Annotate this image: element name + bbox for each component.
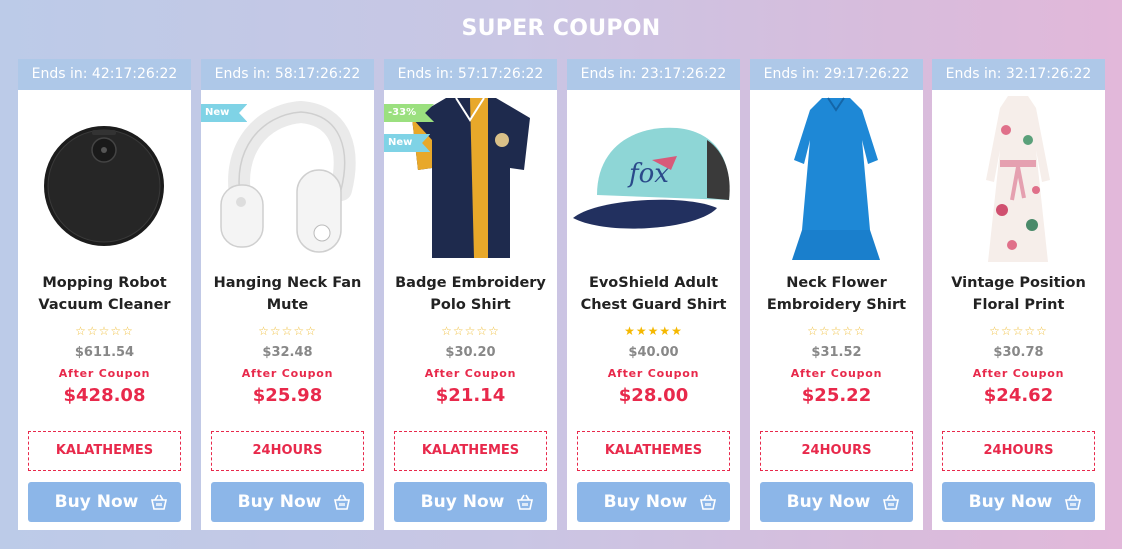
after-coupon-label: After Coupon: [241, 367, 334, 380]
product-card: Ends in: 42:17:26:22 Mopping Robot Vacuu…: [18, 59, 191, 530]
countdown-timer: Ends in: 23:17:26:22: [567, 59, 740, 90]
original-price: $30.78: [993, 345, 1044, 360]
product-name[interactable]: EvoShield Adult Chest Guard Shirt: [567, 272, 740, 316]
product-card: Ends in: 23:17:26:22 fox EvoShield Adult…: [567, 59, 740, 530]
basket-icon: [334, 494, 350, 510]
buy-now-label: Buy Now: [968, 492, 1053, 512]
basket-icon: [700, 494, 716, 510]
cap-icon: fox: [573, 127, 730, 229]
after-coupon-label: After Coupon: [424, 367, 517, 380]
rating-stars: ☆☆☆☆☆: [258, 324, 317, 338]
rating-stars: ☆☆☆☆☆: [807, 324, 866, 338]
original-price: $31.52: [811, 345, 862, 360]
rating-stars: ☆☆☆☆☆: [441, 324, 500, 338]
after-coupon-label: After Coupon: [790, 367, 883, 380]
product-name[interactable]: Mopping Robot Vacuum Cleaner: [18, 272, 191, 316]
coupon-price: $25.22: [801, 385, 872, 406]
after-coupon-label: After Coupon: [58, 367, 151, 380]
coupon-price: $428.08: [63, 385, 146, 406]
original-price: $32.48: [262, 345, 313, 360]
basket-icon: [517, 494, 533, 510]
product-image[interactable]: fox: [567, 90, 740, 265]
product-name[interactable]: Neck Flower Embroidery Shirt: [750, 272, 923, 316]
original-price: $40.00: [628, 345, 679, 360]
buy-now-button[interactable]: Buy Now: [211, 482, 364, 522]
coupon-code[interactable]: 24HOURS: [942, 431, 1095, 471]
buy-now-label: Buy Now: [603, 492, 688, 512]
buy-now-button[interactable]: Buy Now: [577, 482, 730, 522]
product-image[interactable]: -33% New: [384, 90, 557, 265]
buy-now-label: Buy Now: [786, 492, 871, 512]
product-name[interactable]: Vintage Position Floral Print: [932, 272, 1105, 316]
product-image[interactable]: New: [201, 90, 374, 265]
coupon-code[interactable]: KALATHEMES: [577, 431, 730, 471]
coupon-price: $21.14: [435, 385, 506, 406]
rating-stars: ★★★★★: [624, 324, 683, 338]
coupon-price: $28.00: [618, 385, 689, 406]
coupon-price: $25.98: [252, 385, 323, 406]
coupon-code[interactable]: KALATHEMES: [394, 431, 547, 471]
original-price: $30.20: [445, 345, 496, 360]
buy-now-button[interactable]: Buy Now: [760, 482, 913, 522]
after-coupon-label: After Coupon: [972, 367, 1065, 380]
product-image[interactable]: [932, 90, 1105, 265]
product-image[interactable]: [18, 90, 191, 265]
countdown-timer: Ends in: 58:17:26:22: [201, 59, 374, 90]
original-price: $611.54: [74, 345, 135, 360]
floral-dress-icon: [986, 96, 1050, 262]
buy-now-label: Buy Now: [237, 492, 322, 512]
coupon-code[interactable]: 24HOURS: [211, 431, 364, 471]
product-card: Ends in: 29:17:26:22 Neck Flower Embroid…: [750, 59, 923, 530]
buy-now-button[interactable]: Buy Now: [942, 482, 1095, 522]
product-card: Ends in: 57:17:26:22 -33% New Badge Embr…: [384, 59, 557, 530]
blue-dress-icon: [792, 97, 880, 260]
rating-stars: ☆☆☆☆☆: [75, 324, 134, 338]
after-coupon-label: After Coupon: [607, 367, 700, 380]
countdown-timer: Ends in: 29:17:26:22: [750, 59, 923, 90]
basket-icon: [1065, 494, 1081, 510]
countdown-timer: Ends in: 32:17:26:22: [932, 59, 1105, 90]
rating-stars: ☆☆☆☆☆: [989, 324, 1048, 338]
countdown-timer: Ends in: 57:17:26:22: [384, 59, 557, 90]
coupon-price: $24.62: [983, 385, 1054, 406]
coupon-code[interactable]: KALATHEMES: [28, 431, 181, 471]
coupon-code[interactable]: 24HOURS: [760, 431, 913, 471]
product-name[interactable]: Badge Embroidery Polo Shirt: [384, 272, 557, 316]
countdown-timer: Ends in: 42:17:26:22: [18, 59, 191, 90]
buy-now-button[interactable]: Buy Now: [394, 482, 547, 522]
buy-now-label: Buy Now: [420, 492, 505, 512]
product-card: Ends in: 58:17:26:22 New Hanging Neck Fa…: [201, 59, 374, 530]
basket-icon: [151, 494, 167, 510]
buy-now-label: Buy Now: [54, 492, 139, 512]
product-card: Ends in: 32:17:26:22 Vintage Position Fl…: [932, 59, 1105, 530]
basket-icon: [883, 494, 899, 510]
section-title: SUPER COUPON: [461, 16, 661, 41]
buy-now-button[interactable]: Buy Now: [28, 482, 181, 522]
product-image[interactable]: [750, 90, 923, 265]
product-name[interactable]: Hanging Neck Fan Mute: [201, 272, 374, 316]
robot-vacuum-icon: [44, 126, 164, 246]
